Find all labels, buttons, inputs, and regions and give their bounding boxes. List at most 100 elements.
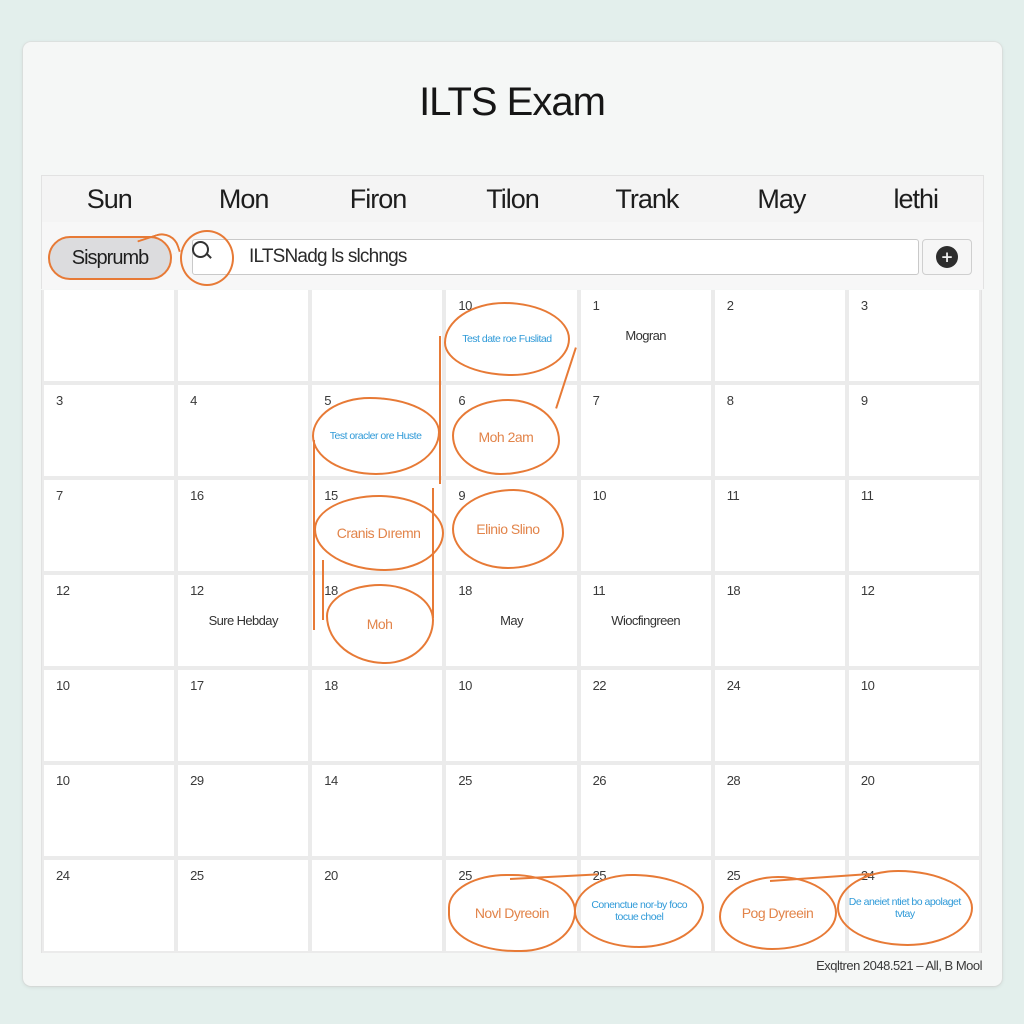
add-event-button[interactable]: + [922, 239, 972, 275]
day-number: 6 [458, 393, 466, 408]
annotation-connector [322, 560, 324, 620]
weekday-label: Sun [86, 183, 133, 214]
day-number: 18 [458, 583, 472, 598]
calendar-grid: 10 1 Mogran 2 3 3 4 5 6 7 8 9 7 16 15 9 10 11 11 12 12 Sure H… [41, 290, 982, 953]
calendar-day-cell[interactable]: 3 [848, 290, 979, 381]
calendar-day-cell[interactable]: 24 [44, 860, 175, 951]
day-number: 9 [458, 488, 466, 503]
calendar-day-cell[interactable]: 12 [44, 575, 175, 666]
annotation-stroke [137, 228, 181, 264]
calendar-day-cell[interactable]: 7 [580, 385, 711, 476]
filter-pill-label: Sisprumb [71, 246, 149, 269]
day-number: 29 [190, 773, 204, 788]
calendar-day-cell[interactable]: 25 [178, 860, 309, 951]
toolbar: Sisprumb ILTSNadg ls slchngs + [41, 222, 984, 289]
calendar-event[interactable]: Sure Hebday [178, 613, 308, 628]
calendar-day-cell[interactable]: 20 [848, 765, 979, 856]
day-number: 10 [458, 678, 472, 693]
search-input-value[interactable]: ILTSNadg ls slchngs [249, 240, 407, 274]
calendar-day-cell[interactable]: 20 [312, 860, 443, 951]
calendar-day-cell[interactable]: 25 [446, 765, 577, 856]
day-number: 7 [592, 393, 600, 408]
calendar-day-cell[interactable]: 10 [580, 480, 711, 571]
day-number: 25 [458, 773, 472, 788]
calendar-day-cell[interactable]: 10 [44, 670, 175, 761]
calendar-day-cell[interactable]: 24 [714, 670, 845, 761]
annotation-connector [439, 336, 441, 484]
calendar-day-cell[interactable]: 8 [714, 385, 845, 476]
day-number: 5 [324, 393, 332, 408]
calendar-day-cell[interactable]: 4 [178, 385, 309, 476]
calendar-day-cell[interactable]: 26 [580, 765, 711, 856]
calendar-day-cell[interactable]: 2 [714, 290, 845, 381]
weekday-label: Firon [349, 183, 408, 214]
day-number: 11 [860, 488, 874, 503]
day-number: 18 [324, 583, 338, 598]
day-number: 28 [726, 773, 741, 788]
day-number: 18 [726, 583, 741, 598]
calendar-day-cell[interactable] [44, 290, 175, 381]
calendar-day-cell[interactable]: 10 [44, 765, 175, 856]
weekday-label: Trank [615, 183, 679, 214]
highlighted-event[interactable]: Test date roe Fuslitad [443, 302, 570, 376]
calendar-day-cell[interactable]: 12 Sure Hebday [178, 575, 309, 666]
highlighted-event[interactable]: De aneiet ntiet bo apolaget tvtay [836, 870, 973, 947]
highlighted-event[interactable]: Moh 2am [451, 398, 560, 475]
calendar-day-cell[interactable]: 18 [714, 575, 845, 666]
calendar-day-cell[interactable]: 11 [848, 480, 979, 571]
day-number: 2 [726, 298, 734, 313]
day-number: 22 [592, 678, 607, 693]
filter-pill-button[interactable]: Sisprumb [48, 228, 181, 280]
day-number: 20 [860, 773, 875, 788]
weekday-label: Mon [218, 183, 270, 214]
plus-circle-icon: + [936, 246, 958, 268]
annotation-connector [313, 440, 315, 630]
day-number: 12 [860, 583, 875, 598]
search-icon[interactable] [192, 241, 209, 258]
annotation-circle [180, 230, 234, 286]
day-number: 12 [190, 583, 204, 598]
calendar-day-cell[interactable]: 1 Mogran [580, 290, 711, 381]
calendar-day-cell[interactable] [312, 290, 443, 381]
search-input[interactable]: ILTSNadg ls slchngs [180, 230, 919, 286]
highlighted-event[interactable]: Elinio Slino [451, 489, 564, 570]
day-number: 9 [860, 393, 868, 408]
calendar-event[interactable]: May [446, 613, 576, 628]
calendar-event[interactable]: Mogran [581, 328, 711, 343]
calendar-day-cell[interactable]: 11 [714, 480, 845, 571]
day-number: 14 [324, 773, 338, 788]
weekday-label: lethi [893, 183, 940, 214]
highlighted-event[interactable]: Test oracler ore Huste [311, 396, 440, 475]
day-number: 20 [324, 868, 338, 883]
calendar-day-cell[interactable]: 7 [44, 480, 175, 571]
day-number: 3 [860, 298, 868, 313]
calendar-day-cell[interactable]: 10 [848, 670, 979, 761]
day-number: 25 [190, 868, 204, 883]
day-number: 16 [190, 488, 204, 503]
calendar-day-cell[interactable]: 18 [312, 670, 443, 761]
calendar-day-cell[interactable]: 17 [178, 670, 309, 761]
calendar-day-cell[interactable]: 9 [848, 385, 979, 476]
calendar-day-cell[interactable]: 3 [44, 385, 175, 476]
calendar-event[interactable]: Wiocfingreen [581, 613, 711, 628]
calendar-day-cell[interactable]: 18 May [446, 575, 577, 666]
calendar-day-cell[interactable]: 29 [178, 765, 309, 856]
day-number: 3 [56, 393, 63, 408]
day-number: 4 [190, 393, 197, 408]
day-number: 10 [56, 678, 70, 693]
day-number: 15 [324, 488, 338, 503]
calendar-day-cell[interactable]: 14 [312, 765, 443, 856]
calendar-day-cell[interactable] [178, 290, 309, 381]
day-number: 11 [592, 583, 606, 598]
day-number: 24 [56, 868, 70, 883]
day-number: 24 [726, 678, 741, 693]
calendar-day-cell[interactable]: 10 [446, 670, 577, 761]
calendar-day-cell[interactable]: 22 [580, 670, 711, 761]
calendar-day-cell[interactable]: 12 [848, 575, 979, 666]
calendar-day-cell[interactable]: 16 [178, 480, 309, 571]
status-footer: Exqltren 2048.521 – All, B Mool [816, 958, 982, 973]
calendar-day-cell[interactable]: 11 Wiocfingreen [580, 575, 711, 666]
calendar-day-cell[interactable]: 28 [714, 765, 845, 856]
highlighted-event[interactable]: Novl Dyreoin [447, 874, 576, 953]
day-number: 7 [56, 488, 63, 503]
